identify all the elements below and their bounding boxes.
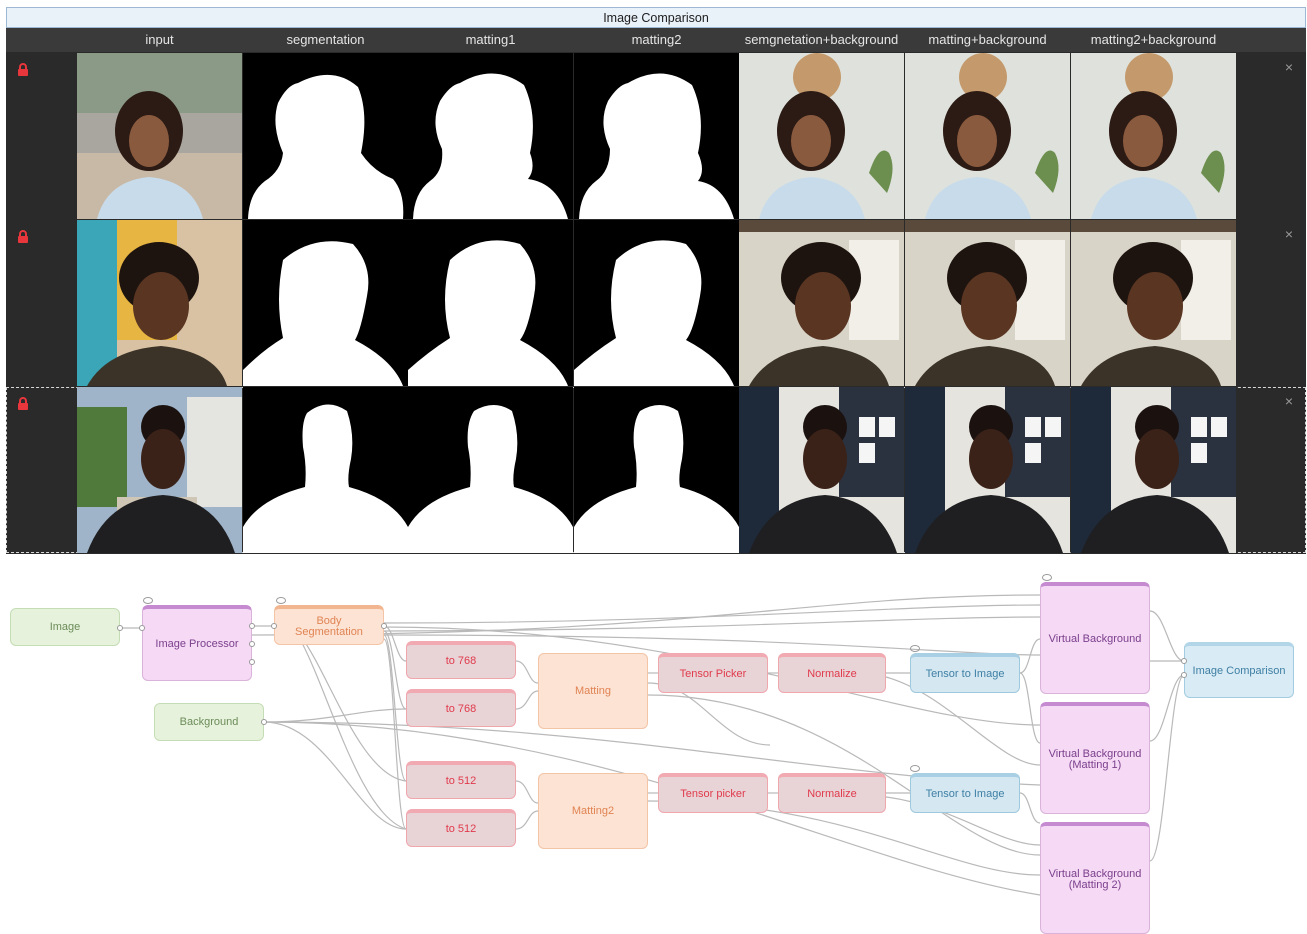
lock-icon[interactable]: [17, 397, 29, 410]
node-matting[interactable]: Matting: [538, 653, 648, 729]
column-header: input segmentation matting1 matting2 sem…: [6, 28, 1306, 52]
comparison-row[interactable]: ×: [6, 53, 1306, 219]
node-virtual-background-matting-2[interactable]: Virtual Background (Matting 2): [1040, 822, 1150, 934]
image-comparison-panel: Image Comparison input segmentation matt…: [6, 7, 1306, 554]
node-to-512[interactable]: to 512: [406, 809, 516, 847]
matting2-mask: [574, 220, 739, 386]
node-tensor-to-image[interactable]: Tensor to Image: [910, 773, 1020, 813]
node-to-768[interactable]: to 768: [406, 641, 516, 679]
column-label-segmentation-background: semgnetation+background: [744, 32, 899, 47]
column-label-matting1: matting1: [465, 32, 516, 47]
panel-title: Image Comparison: [6, 7, 1306, 28]
input-image[interactable]: [77, 53, 242, 219]
eye-icon[interactable]: [143, 597, 153, 604]
input-port[interactable]: [139, 625, 145, 631]
matting1-mask: [408, 220, 573, 386]
column-label-matting2: matting2: [631, 32, 682, 47]
comparison-row-selected[interactable]: ×: [6, 387, 1306, 553]
node-tensor-picker[interactable]: Tensor Picker: [658, 653, 768, 693]
matting2-background-image[interactable]: [1071, 220, 1236, 386]
output-port[interactable]: [249, 641, 255, 647]
segmentation-background-image[interactable]: [739, 387, 904, 553]
matting2-background-image[interactable]: [1071, 53, 1236, 219]
matting1-mask: [408, 387, 573, 553]
matting2-mask: [574, 53, 739, 219]
eye-icon[interactable]: [910, 765, 920, 772]
output-port[interactable]: [117, 625, 123, 631]
node-tensor-to-image[interactable]: Tensor to Image: [910, 653, 1020, 693]
column-label-matting2-background: matting2+background: [1090, 32, 1217, 47]
node-to-768[interactable]: to 768: [406, 689, 516, 727]
matting1-mask: [408, 53, 573, 219]
node-to-512[interactable]: to 512: [406, 761, 516, 799]
matting-background-image[interactable]: [905, 220, 1070, 386]
node-virtual-background-matting-1[interactable]: Virtual Background (Matting 1): [1040, 702, 1150, 814]
eye-icon[interactable]: [276, 597, 286, 604]
output-port[interactable]: [381, 623, 387, 629]
matting2-mask: [574, 387, 739, 553]
eye-icon[interactable]: [1042, 574, 1052, 581]
node-virtual-background[interactable]: Virtual Background: [1040, 582, 1150, 694]
column-label-segmentation: segmentation: [286, 32, 365, 47]
comparison-row[interactable]: ×: [6, 220, 1306, 386]
column-label-input: input: [145, 32, 174, 47]
node-image-processor[interactable]: Image Processor: [142, 605, 252, 681]
close-icon[interactable]: ×: [1282, 60, 1296, 74]
matting-background-image[interactable]: [905, 53, 1070, 219]
column-label-matting-background: matting+background: [928, 32, 1047, 47]
segmentation-mask: [243, 387, 408, 553]
input-image[interactable]: [77, 387, 242, 553]
node-background[interactable]: Background: [154, 703, 264, 741]
input-image[interactable]: [77, 220, 242, 386]
node-tensor-picker[interactable]: Tensor picker: [658, 773, 768, 813]
segmentation-background-image[interactable]: [739, 220, 904, 386]
input-port[interactable]: [271, 623, 277, 629]
output-port[interactable]: [261, 719, 267, 725]
close-icon[interactable]: ×: [1282, 394, 1296, 408]
node-image-comparison[interactable]: Image Comparison: [1184, 642, 1294, 698]
segmentation-mask: [243, 53, 408, 219]
input-port[interactable]: [1181, 672, 1187, 678]
output-port[interactable]: [249, 659, 255, 665]
node-graph-canvas[interactable]: Image Image Processor Body Segmentation …: [0, 565, 1307, 934]
matting2-background-image[interactable]: [1071, 387, 1236, 553]
eye-icon[interactable]: [910, 645, 920, 652]
lock-icon[interactable]: [17, 230, 29, 243]
node-image[interactable]: Image: [10, 608, 120, 646]
input-port[interactable]: [1181, 658, 1187, 664]
node-normalize[interactable]: Normalize: [778, 653, 886, 693]
matting-background-image[interactable]: [905, 387, 1070, 553]
segmentation-mask: [243, 220, 408, 386]
segmentation-background-image[interactable]: [739, 53, 904, 219]
output-port[interactable]: [249, 623, 255, 629]
node-body-segmentation[interactable]: Body Segmentation: [274, 605, 384, 645]
node-normalize[interactable]: Normalize: [778, 773, 886, 813]
lock-icon[interactable]: [17, 63, 29, 76]
close-icon[interactable]: ×: [1282, 227, 1296, 241]
node-matting2[interactable]: Matting2: [538, 773, 648, 849]
